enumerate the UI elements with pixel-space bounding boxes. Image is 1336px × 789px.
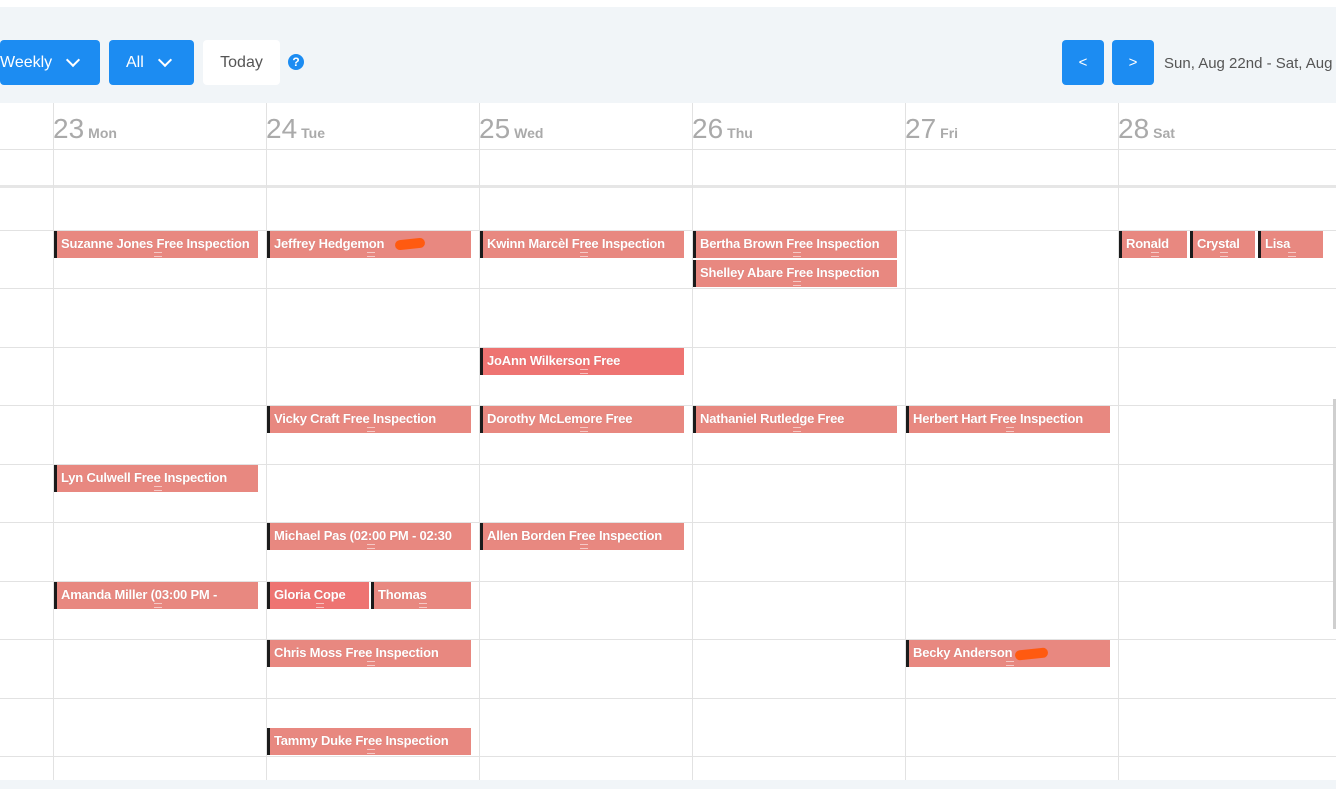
calendar-event[interactable]: Vicky Craft Free Inspection <box>267 406 471 433</box>
calendar-event[interactable]: Lyn Culwell Free Inspection <box>54 465 258 492</box>
chevron-down-icon <box>66 52 81 68</box>
calendar-event[interactable]: Bertha Brown Free Inspection <box>693 231 897 258</box>
date-range: Sun, Aug 22nd - Sat, Aug 28th <box>1164 55 1336 72</box>
calendar-event[interactable]: Gloria Cope <box>267 582 369 609</box>
calendar-event[interactable]: Nathaniel Rutledge Free <box>693 406 897 433</box>
week-grid: 23 Mon 24 Tue 25 Wed 26 Thu 27 Fri 28 Sat Suza… <box>0 103 1336 780</box>
day-header: 28 Sat <box>1118 113 1175 144</box>
chevron-down-icon <box>157 52 172 68</box>
calendar-event[interactable]: JoAnn Wilkerson Free <box>480 348 684 375</box>
calendar-event[interactable]: Ronald <box>1119 231 1187 258</box>
today-button[interactable]: Today <box>203 40 280 85</box>
calendar-event[interactable]: Amanda Miller (03:00 PM - <box>54 582 258 609</box>
help-icon[interactable]: ? <box>288 54 304 70</box>
hour-line <box>0 756 1336 757</box>
today-button-label: Today <box>220 53 263 71</box>
calendar-event[interactable]: Allen Borden Free Inspection <box>480 523 684 550</box>
day-column-divider <box>479 103 480 780</box>
hour-line <box>0 698 1336 699</box>
day-header-row: 23 Mon 24 Tue 25 Wed 26 Thu 27 Fri 28 Sat <box>0 103 1336 150</box>
day-header: 24 Tue <box>266 113 326 144</box>
calendar-event[interactable]: Kwinn Marcèl Free Inspection <box>480 231 684 258</box>
calendar-event[interactable]: Becky Anderson <box>906 640 1110 667</box>
view-dropdown[interactable]: Weekly <box>0 40 100 85</box>
day-header: 25 Wed <box>479 113 544 144</box>
day-column-divider <box>905 103 906 780</box>
top-edge <box>0 0 1336 7</box>
calendar-event[interactable]: Herbert Hart Free Inspection <box>906 406 1110 433</box>
calendar-event[interactable]: Jeffrey Hedgemon <box>267 231 471 258</box>
next-week-button[interactable]: > <box>1112 40 1154 85</box>
day-column-divider <box>692 103 693 780</box>
hour-line <box>0 288 1336 289</box>
calendar-event[interactable]: Thomas <box>371 582 471 609</box>
day-column-divider <box>1118 103 1119 780</box>
day-header: 23 Mon <box>53 113 117 144</box>
calendar-event[interactable]: Dorothy McLemore Free <box>480 406 684 433</box>
calendar-event[interactable]: Lisa <box>1258 231 1323 258</box>
bottom-edge <box>0 780 1336 789</box>
calendar-event[interactable]: Shelley Abare Free Inspection <box>693 260 897 287</box>
filter-dropdown-label: All <box>126 53 144 71</box>
calendar-event[interactable]: Crystal <box>1190 231 1255 258</box>
hour-line <box>0 639 1336 640</box>
day-column-divider <box>53 103 54 780</box>
all-day-row[interactable] <box>0 150 1336 188</box>
prev-week-button[interactable]: < <box>1062 40 1104 85</box>
calendar-toolbar: Weekly All Today ? < > Sun, Aug 22nd - S… <box>0 7 1336 103</box>
calendar-event[interactable]: Chris Moss Free Inspection <box>267 640 471 667</box>
day-header: 27 Fri <box>905 113 959 144</box>
view-dropdown-label: Weekly <box>0 53 53 71</box>
calendar-event[interactable]: Suzanne Jones Free Inspection <box>54 231 258 258</box>
calendar-event[interactable]: Michael Pas (02:00 PM - 02:30 <box>267 523 471 550</box>
day-column-divider <box>266 103 267 780</box>
filter-dropdown[interactable]: All <box>109 40 194 85</box>
calendar-event[interactable]: Tammy Duke Free Inspection <box>267 728 471 755</box>
day-header: 26 Thu <box>692 113 753 144</box>
